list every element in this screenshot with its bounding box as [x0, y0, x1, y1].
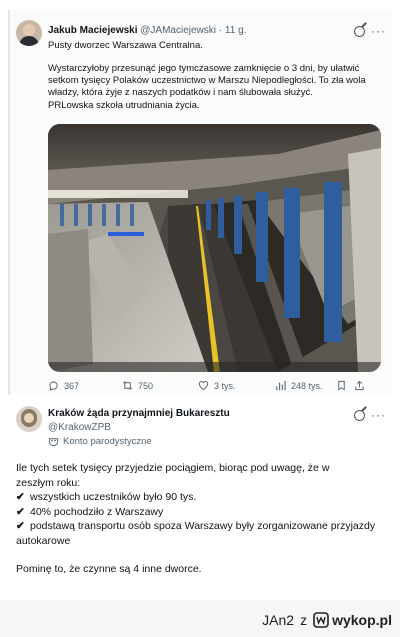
check-icon: ✔: [16, 491, 25, 503]
author-handle[interactable]: @JAMaciejewski: [140, 25, 216, 36]
station-photo[interactable]: [48, 124, 381, 372]
quoted-post-header: Jakub Maciejewski @JAMaciejewski · 11 g.: [48, 25, 246, 36]
post-body-line: setkom tysięcy Polaków uczestnictwo w Ma…: [48, 75, 366, 87]
list-item-text: 40% pochodziło z Warszawy: [30, 505, 164, 518]
list-item: ✔ podstawą transportu osób spoza Warszawy…: [16, 519, 388, 548]
post-body: Wystarczyłoby przesunąć jego tymczasowe …: [48, 63, 380, 112]
heart-icon: [198, 381, 209, 391]
reply-post-header: Kraków żąda przynajmniej Bukaresztu: [48, 408, 230, 419]
post-actions: 367 750 3 tys. 248 tys.: [48, 380, 366, 394]
reply-intro-line: zeszłym roku:: [16, 476, 81, 489]
station-photo-drawing: [48, 124, 381, 372]
repost-button[interactable]: 750: [122, 380, 153, 391]
views-icon: [276, 380, 286, 391]
wykop-logo-icon: [313, 612, 329, 628]
grok-icon[interactable]: [354, 410, 365, 421]
post-body-line: PRLowska szkoła utrudniania życia.: [48, 99, 200, 111]
parody-label: Konto parodystyczne: [63, 436, 152, 447]
avatar[interactable]: [16, 20, 42, 46]
list-item: ✔ 40% pochodziło z Warszawy: [16, 505, 388, 520]
wykop-logo[interactable]: wykop.pl: [313, 612, 392, 628]
author-handle[interactable]: @KrakowZPB: [48, 422, 111, 433]
mask-icon: [48, 438, 59, 447]
view-count: 248 tys.: [291, 380, 323, 391]
reply-count: 367: [64, 380, 80, 391]
watermark: JAn2 z wykop.pl: [262, 612, 392, 628]
author-name[interactable]: Jakub Maciejewski: [48, 25, 138, 36]
author-name[interactable]: Kraków żąda przynajmniej Bukaresztu: [48, 408, 230, 419]
more-icon[interactable]: ···: [371, 409, 386, 421]
reply-intro-line: Ile tych setek tysięcy przyjedzie pociąg…: [16, 462, 330, 474]
post-body-line: Wystarczyłoby przesunąć jego tymczasowe …: [48, 63, 360, 74]
like-button[interactable]: 3 tys.: [198, 380, 236, 391]
more-icon[interactable]: ···: [371, 25, 386, 37]
site-name: wykop.pl: [332, 612, 392, 628]
reply-button[interactable]: 367: [48, 380, 79, 391]
repost-count: 750: [138, 380, 154, 391]
list-item-text: podstawą transportu osób spoza Warszawy …: [16, 520, 376, 547]
reply-outro: Pominę to, że czynne są 4 inne dworce.: [16, 563, 202, 575]
post-body-line: władzy, która żyje z naszych podatków i …: [48, 87, 313, 99]
post-time[interactable]: · 11 g.: [219, 25, 247, 36]
footer-user[interactable]: JAn2: [262, 612, 294, 628]
reply-icon: [49, 381, 58, 391]
footer-separator: z: [300, 612, 308, 628]
views-button[interactable]: 248 tys.: [275, 380, 323, 391]
check-icon: ✔: [16, 505, 25, 518]
share-button[interactable]: [354, 380, 365, 391]
avatar[interactable]: [16, 406, 42, 432]
list-item: ✔ wszystkich uczestników było 90 tys.: [16, 490, 388, 505]
bookmark-button[interactable]: [336, 380, 347, 391]
post-card: Jakub Maciejewski @JAMaciejewski · 11 g.…: [0, 0, 400, 600]
bookmark-icon: [338, 380, 345, 391]
share-icon: [355, 380, 364, 391]
post-headline: Pusty dworzec Warszawa Centralna.: [48, 40, 203, 51]
like-count: 3 tys.: [214, 380, 236, 391]
parody-badge: Konto parodystyczne: [48, 436, 152, 447]
repost-icon: [123, 381, 132, 390]
check-icon: ✔: [16, 520, 25, 532]
list-item-text: wszystkich uczestników było 90 tys.: [30, 491, 197, 503]
reply-body: Ile tych setek tysięcy przyjedzie pociąg…: [16, 461, 388, 577]
grok-icon[interactable]: [354, 26, 365, 37]
